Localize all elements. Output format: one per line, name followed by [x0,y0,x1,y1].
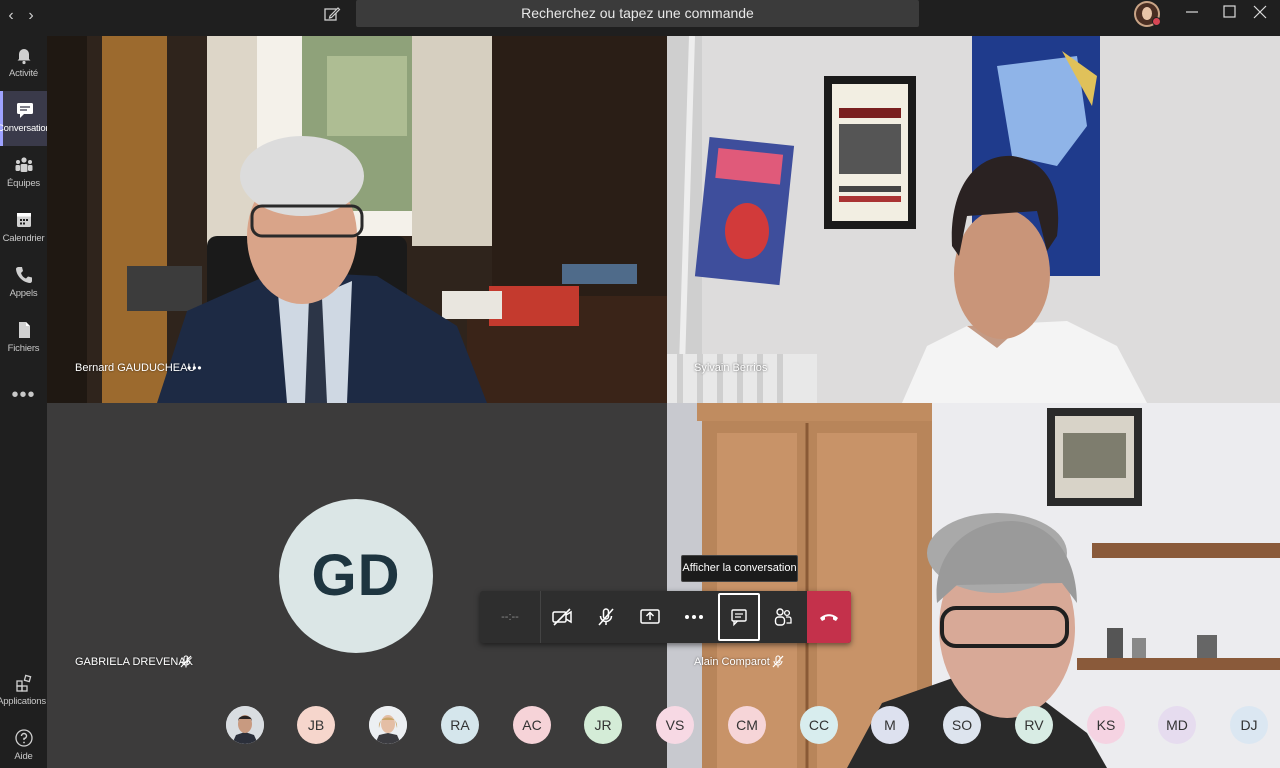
participant-avatar[interactable]: RV [1015,706,1053,744]
participant-name: Alain Comparot [694,656,770,668]
phone-icon [15,267,32,283]
participant-video [667,36,1280,403]
show-conversation-button[interactable] [718,593,760,641]
participant-avatar[interactable]: RA [441,706,479,744]
participant-avatar[interactable]: MD [1158,706,1196,744]
participant-video [47,36,667,403]
participant-avatar[interactable] [369,706,407,744]
call-timer: --:-- [501,611,519,623]
more-icon [685,615,703,619]
close-icon[interactable] [1240,0,1280,24]
tooltip: Afficher la conversation [681,555,798,582]
participant-photo [226,706,264,744]
sidebar-item-label: Conversation [0,123,51,134]
sidebar-item-calendar[interactable]: Calendrier [0,201,47,256]
sidebar-item-label: Fichiers [7,343,40,354]
participants-icon [774,608,792,626]
calendar-icon [16,213,31,227]
sidebar-item-label: Applications [0,696,46,707]
sidebar-item-label: Aide [14,751,33,762]
bell-icon [17,49,30,65]
camera-off-icon [552,608,572,626]
sidebar-item-label: Appels [9,288,38,299]
files-icon [18,322,30,338]
sidebar-item-calls[interactable]: Appels [0,256,47,311]
call-controls-bar: --:-- [480,591,851,643]
chat-icon [731,609,747,627]
participant-avatar[interactable]: M [871,706,909,744]
sidebar-item-activity[interactable]: Activité [0,36,47,91]
more-apps-button[interactable]: ••• [0,384,47,407]
back-button[interactable]: ‹ [2,6,20,26]
avatar: GD [279,499,433,653]
sidebar-item-label: Activité [8,68,39,79]
participant-avatar[interactable]: CM [728,706,766,744]
camera-toggle-button[interactable] [541,593,583,641]
participant-avatar[interactable]: JR [584,706,622,744]
video-tile[interactable]: Sylvain Berrios [667,36,1280,403]
title-bar: ‹ › Recherchez ou tapez une commande [0,0,1280,36]
share-screen-button[interactable] [629,593,671,641]
app-bar: Activité Conversation Équipes Calendrier… [0,36,51,768]
mic-off-icon [180,655,192,668]
participant-avatar[interactable]: JB [297,706,335,744]
chat-icon [17,103,33,118]
sidebar-item-help[interactable]: Aide [0,719,47,768]
sidebar-item-label: Équipes [7,178,40,189]
mic-toggle-button[interactable] [585,593,627,641]
participant-avatar[interactable]: DJ [1230,706,1268,744]
share-screen-icon [640,609,660,624]
mic-off-icon [598,608,614,626]
show-participants-button[interactable] [762,593,804,641]
hang-up-button[interactable] [807,591,851,643]
forward-button[interactable]: › [22,6,40,26]
teams-icon [15,157,32,172]
participant-avatar[interactable]: VS [656,706,694,744]
video-tile[interactable]: Bernard GAUDUCHEAU ••• [47,36,667,403]
more-options-button[interactable]: ••• [187,361,203,375]
hang-up-icon [820,614,838,621]
participant-avatar[interactable] [226,706,264,744]
sidebar-item-applications[interactable]: Applications [0,664,47,719]
more-actions-button[interactable] [673,593,715,641]
participant-avatar[interactable]: CC [800,706,838,744]
search-input[interactable]: Recherchez ou tapez une commande [356,0,919,27]
teams-window: ‹ › Recherchez ou tapez une commande Act… [0,0,1280,768]
participant-name: Bernard GAUDUCHEAU [75,362,196,374]
status-badge [1152,17,1161,26]
participant-avatar[interactable]: SO [943,706,981,744]
sidebar-item-conversation[interactable]: Conversation [0,91,51,146]
video-tile[interactable]: GD GABRIELA DREVENAK [47,403,667,768]
sidebar-item-teams[interactable]: Équipes [0,146,47,201]
minimize-icon[interactable] [1172,0,1212,24]
participant-name: Sylvain Berrios [694,362,768,374]
compose-icon[interactable] [322,4,342,24]
help-icon [14,729,33,747]
mic-off-icon [772,655,784,668]
participant-photo [369,706,407,744]
sidebar-item-label: Calendrier [2,233,45,244]
apps-icon [15,674,31,692]
sidebar-item-files[interactable]: Fichiers [0,311,47,366]
participant-avatar[interactable]: AC [513,706,551,744]
participant-name: GABRIELA DREVENAK [75,656,193,668]
participant-avatar[interactable]: KS [1087,706,1125,744]
